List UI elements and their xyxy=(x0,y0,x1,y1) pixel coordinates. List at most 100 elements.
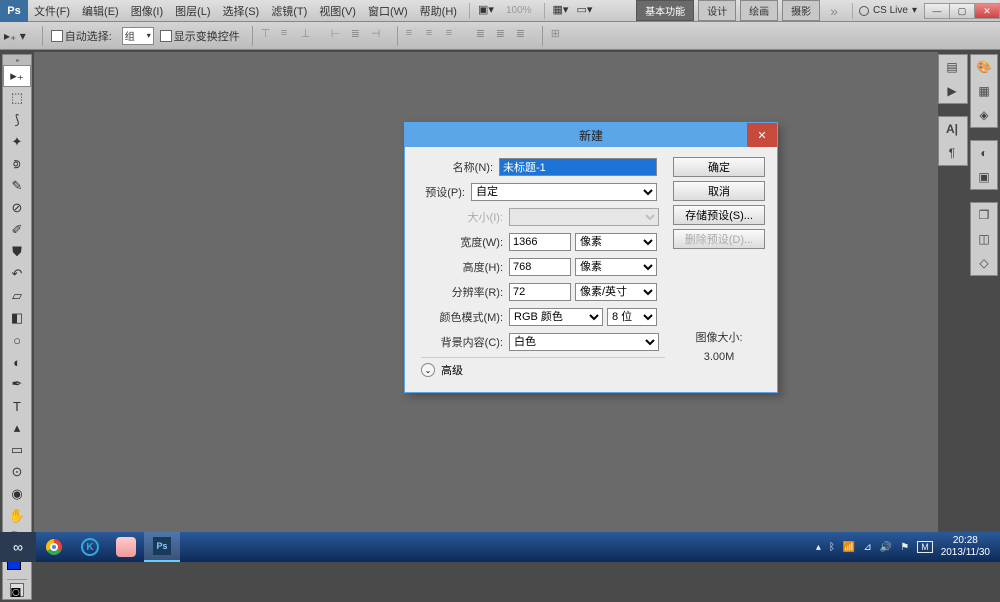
eyedropper-tool[interactable]: ✎ xyxy=(3,175,31,197)
menu-edit[interactable]: 编辑(E) xyxy=(76,3,125,19)
width-unit-select[interactable]: 像素 xyxy=(575,233,657,251)
auto-select-checkbox[interactable] xyxy=(51,30,63,42)
auto-select-combo[interactable]: 组 xyxy=(122,27,154,45)
distribute-vcenter-icon[interactable]: ≡ xyxy=(426,27,444,45)
dialog-close-button[interactable]: ✕ xyxy=(747,123,777,147)
paths-panel-icon[interactable]: ◇ xyxy=(971,251,997,275)
save-preset-button[interactable]: 存储预设(S)... xyxy=(673,205,765,225)
move-tool[interactable]: ▸₊ xyxy=(3,65,31,87)
taskbar-photoshop[interactable]: Ps xyxy=(144,532,180,562)
hand-tool[interactable]: ✋ xyxy=(3,505,31,527)
align-left-icon[interactable]: ⊢ xyxy=(331,27,349,45)
adjustments-panel-icon[interactable]: ◐ xyxy=(971,141,997,165)
name-input[interactable] xyxy=(499,158,657,176)
workspace-painting[interactable]: 绘画 xyxy=(740,0,778,21)
mode-select[interactable]: RGB 颜色 xyxy=(509,308,603,326)
pen-tool[interactable]: ✒ xyxy=(3,373,31,395)
bg-select[interactable]: 白色 xyxy=(509,333,659,351)
3d-camera-tool[interactable]: ◉ xyxy=(3,483,31,505)
align-top-icon[interactable]: ⊤ xyxy=(261,27,279,45)
color-panel-icon[interactable]: 🎨 xyxy=(971,55,997,79)
height-unit-select[interactable]: 像素 xyxy=(575,258,657,276)
network-icon[interactable]: 📶 xyxy=(843,542,855,553)
history-panel-icon[interactable]: ▤ xyxy=(939,55,965,79)
view-extras-icon[interactable]: ▦▾ xyxy=(553,3,573,19)
cs-live-button[interactable]: CS Live ▾ xyxy=(859,5,917,16)
crop-tool[interactable]: ⟄ xyxy=(3,153,31,175)
masks-panel-icon[interactable]: ▣ xyxy=(971,165,997,189)
3d-tool[interactable]: ⊙ xyxy=(3,461,31,483)
distribute-top-icon[interactable]: ≡ xyxy=(406,27,424,45)
distribute-hcenter-icon[interactable]: ≣ xyxy=(496,27,514,45)
swatches-panel-icon[interactable]: ▦ xyxy=(971,79,997,103)
brush-tool[interactable]: ✐ xyxy=(3,219,31,241)
workspace-photography[interactable]: 摄影 xyxy=(782,0,820,21)
zoom-level[interactable]: 100% xyxy=(506,5,532,16)
distribute-right-icon[interactable]: ≣ xyxy=(516,27,534,45)
width-input[interactable] xyxy=(509,233,571,251)
volume-icon[interactable]: 🔊 xyxy=(880,542,892,553)
wifi-icon[interactable]: ⊿ xyxy=(863,542,871,553)
gradient-tool[interactable]: ◧ xyxy=(3,307,31,329)
quick-mask-button[interactable]: ◙ xyxy=(10,583,24,597)
show-transform-checkbox[interactable] xyxy=(160,30,172,42)
taskbar-chrome[interactable] xyxy=(36,532,72,562)
channels-panel-icon[interactable]: ◫ xyxy=(971,227,997,251)
resolution-input[interactable] xyxy=(509,283,571,301)
history-brush-tool[interactable]: ↶ xyxy=(3,263,31,285)
styles-panel-icon[interactable]: ◈ xyxy=(971,103,997,127)
lasso-tool[interactable]: ⟆ xyxy=(3,109,31,131)
distribute-left-icon[interactable]: ≣ xyxy=(476,27,494,45)
character-panel-icon[interactable]: A| xyxy=(939,117,965,141)
align-bottom-icon[interactable]: ⊥ xyxy=(301,27,319,45)
workspace-essentials[interactable]: 基本功能 xyxy=(636,0,694,21)
menu-filter[interactable]: 滤镜(T) xyxy=(265,3,313,19)
workspace-more-icon[interactable]: » xyxy=(830,3,838,19)
start-button[interactable]: ∞ xyxy=(0,532,36,562)
menu-window[interactable]: 窗口(W) xyxy=(362,3,414,19)
layers-panel-icon[interactable]: ❐ xyxy=(971,203,997,227)
advanced-toggle[interactable]: ⌄ 高级 xyxy=(421,357,665,378)
actions-panel-icon[interactable]: ▶ xyxy=(939,79,965,103)
bluetooth-icon[interactable]: ᛒ xyxy=(829,542,835,553)
tools-collapse-icon[interactable] xyxy=(3,55,31,65)
tray-up-icon[interactable]: ▴ xyxy=(816,542,821,553)
ime-indicator[interactable]: M xyxy=(917,541,933,553)
taskbar-app[interactable] xyxy=(108,532,144,562)
cancel-button[interactable]: 取消 xyxy=(673,181,765,201)
minimize-button[interactable]: — xyxy=(924,3,950,19)
workspace-design[interactable]: 设计 xyxy=(698,0,736,21)
align-hcenter-icon[interactable]: ≣ xyxy=(351,27,369,45)
close-window-button[interactable]: ✕ xyxy=(974,3,1000,19)
distribute-bottom-icon[interactable]: ≡ xyxy=(446,27,464,45)
menu-select[interactable]: 选择(S) xyxy=(217,3,266,19)
resolution-unit-select[interactable]: 像素/英寸 xyxy=(575,283,657,301)
menu-image[interactable]: 图像(I) xyxy=(125,3,169,19)
maximize-button[interactable]: ▢ xyxy=(949,3,975,19)
paragraph-panel-icon[interactable]: ¶ xyxy=(939,141,965,165)
blur-tool[interactable]: ○ xyxy=(3,329,31,351)
current-tool-icon[interactable]: ▸₊ ▾ xyxy=(4,29,26,43)
healing-brush-tool[interactable]: ⊘ xyxy=(3,197,31,219)
ok-button[interactable]: 确定 xyxy=(673,157,765,177)
type-tool[interactable]: T xyxy=(3,395,31,417)
preset-select[interactable]: 自定 xyxy=(471,183,657,201)
dialog-titlebar[interactable]: 新建 ✕ xyxy=(405,123,777,147)
screen-mode-icon[interactable]: ▭▾ xyxy=(577,3,597,19)
magic-wand-tool[interactable]: ✦ xyxy=(3,131,31,153)
taskbar-clock[interactable]: 20:28 2013/11/30 xyxy=(941,535,990,559)
height-input[interactable] xyxy=(509,258,571,276)
mode-bits-select[interactable]: 8 位 xyxy=(607,308,657,326)
marquee-tool[interactable]: ⬚ xyxy=(3,87,31,109)
align-right-icon[interactable]: ⊣ xyxy=(371,27,389,45)
menu-help[interactable]: 帮助(H) xyxy=(414,3,463,19)
menu-view[interactable]: 视图(V) xyxy=(313,3,362,19)
taskbar-kugou[interactable]: K xyxy=(72,532,108,562)
eraser-tool[interactable]: ▱ xyxy=(3,285,31,307)
dodge-tool[interactable]: ◐ xyxy=(3,351,31,373)
align-vcenter-icon[interactable]: ≡ xyxy=(281,27,299,45)
menu-layer[interactable]: 图层(L) xyxy=(169,3,216,19)
path-select-tool[interactable]: ▴ xyxy=(3,417,31,439)
action-center-icon[interactable]: ⚑ xyxy=(900,542,909,553)
shape-tool[interactable]: ▭ xyxy=(3,439,31,461)
